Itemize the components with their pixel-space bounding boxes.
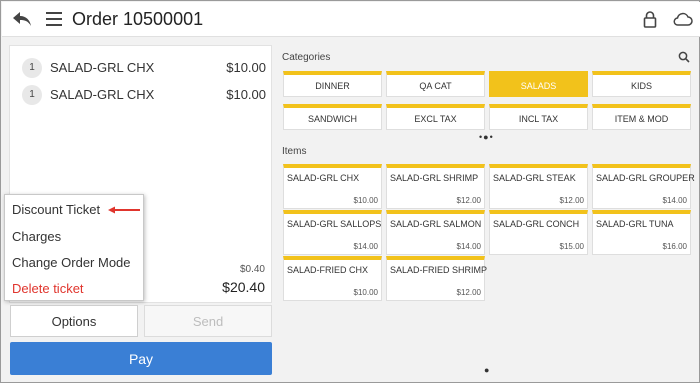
item-price: $16.00 xyxy=(662,242,687,251)
menu-item-delete-ticket[interactable]: Delete ticket xyxy=(12,281,84,296)
line-item-price: $10.00 xyxy=(226,60,266,75)
categories-label: Categories xyxy=(282,52,331,63)
item-tile[interactable]: SALAD-GRL SALLOPS $14.00 xyxy=(283,210,382,255)
item-name: SALAD-FRIED SHRIMP xyxy=(390,265,488,275)
item-price: $14.00 xyxy=(353,242,378,251)
item-price: $14.00 xyxy=(662,196,687,205)
item-name: SALAD-GRL TUNA xyxy=(596,219,674,229)
lock-icon[interactable] xyxy=(643,11,657,28)
line-item-name: SALAD-GRL CHX xyxy=(50,60,155,75)
menu-item-discount-ticket[interactable]: Discount Ticket xyxy=(12,202,100,217)
menu-item-charges[interactable]: Charges xyxy=(12,229,61,244)
category-item-and-mod[interactable]: ITEM & MOD xyxy=(592,104,691,130)
category-qa-cat[interactable]: QA CAT xyxy=(386,71,485,97)
item-tile[interactable]: SALAD-GRL SALMON $14.00 xyxy=(386,210,485,255)
category-incl-tax[interactable]: INCL TAX xyxy=(489,104,588,130)
callout-arrow-icon xyxy=(108,206,140,214)
ticket-line[interactable]: 1 SALAD-GRL CHX $10.00 xyxy=(22,57,266,79)
quantity-badge: 1 xyxy=(22,58,42,78)
item-price: $12.00 xyxy=(456,288,481,297)
cloud-icon[interactable] xyxy=(673,12,693,26)
item-name: SALAD-GRL SALLOPS xyxy=(287,219,382,229)
line-item-price: $10.00 xyxy=(226,87,266,102)
item-price: $14.00 xyxy=(456,242,481,251)
item-name: SALAD-GRL SALMON xyxy=(390,219,482,229)
search-icon[interactable] xyxy=(678,51,690,63)
menu-item-change-order-mode[interactable]: Change Order Mode xyxy=(12,255,131,270)
category-dinner[interactable]: DINNER xyxy=(283,71,382,97)
item-tile[interactable]: SALAD-GRL SHRIMP $12.00 xyxy=(386,164,485,209)
item-name: SALAD-FRIED CHX xyxy=(287,265,369,275)
category-page-indicator[interactable]: •●• xyxy=(479,132,494,142)
app-frame: Order 10500001 1 SALAD-GRL CHX $10.00 1 … xyxy=(0,0,700,383)
item-name: SALAD-GRL SHRIMP xyxy=(390,173,479,183)
item-tile[interactable]: SALAD-GRL CONCH $15.00 xyxy=(489,210,588,255)
item-name: SALAD-GRL CHX xyxy=(287,173,360,183)
item-name: SALAD-GRL CONCH xyxy=(493,219,580,229)
category-salads[interactable]: SALADS xyxy=(489,71,588,97)
item-price: $10.00 xyxy=(353,288,378,297)
quantity-badge: 1 xyxy=(22,85,42,105)
item-tile[interactable]: SALAD-GRL CHX $10.00 xyxy=(283,164,382,209)
item-price: $12.00 xyxy=(559,196,584,205)
hamburger-menu-icon[interactable] xyxy=(46,12,62,26)
category-kids[interactable]: KIDS xyxy=(592,71,691,97)
category-excl-tax[interactable]: EXCL TAX xyxy=(386,104,485,130)
item-tile[interactable]: SALAD-GRL STEAK $12.00 xyxy=(489,164,588,209)
total-amount: $20.40 xyxy=(222,279,265,295)
items-page-indicator[interactable]: ● xyxy=(484,365,490,375)
item-tile[interactable]: SALAD-GRL TUNA $16.00 xyxy=(592,210,691,255)
item-tile[interactable]: SALAD-FRIED SHRIMP $12.00 xyxy=(386,256,488,301)
item-name: SALAD-GRL STEAK xyxy=(493,173,576,183)
item-price: $15.00 xyxy=(559,242,584,251)
item-tile[interactable]: SALAD-GRL GROUPER $14.00 xyxy=(592,164,695,209)
pay-button[interactable]: Pay xyxy=(10,342,272,375)
item-price: $12.00 xyxy=(456,196,481,205)
header-bar: Order 10500001 xyxy=(2,2,700,37)
line-item-name: SALAD-GRL CHX xyxy=(50,87,155,102)
tax-amount: $0.40 xyxy=(239,264,265,275)
item-price: $10.00 xyxy=(353,196,378,205)
page-title: Order 10500001 xyxy=(72,9,204,29)
category-sandwich[interactable]: SANDWICH xyxy=(283,104,382,130)
ticket-line[interactable]: 1 SALAD-GRL CHX $10.00 xyxy=(22,84,266,106)
back-arrow-icon[interactable] xyxy=(12,10,32,28)
items-label: Items xyxy=(282,146,307,157)
options-button[interactable]: Options xyxy=(10,305,138,337)
item-name: SALAD-GRL GROUPER xyxy=(596,173,695,183)
item-tile[interactable]: SALAD-FRIED CHX $10.00 xyxy=(283,256,382,301)
send-button[interactable]: Send xyxy=(144,305,272,337)
